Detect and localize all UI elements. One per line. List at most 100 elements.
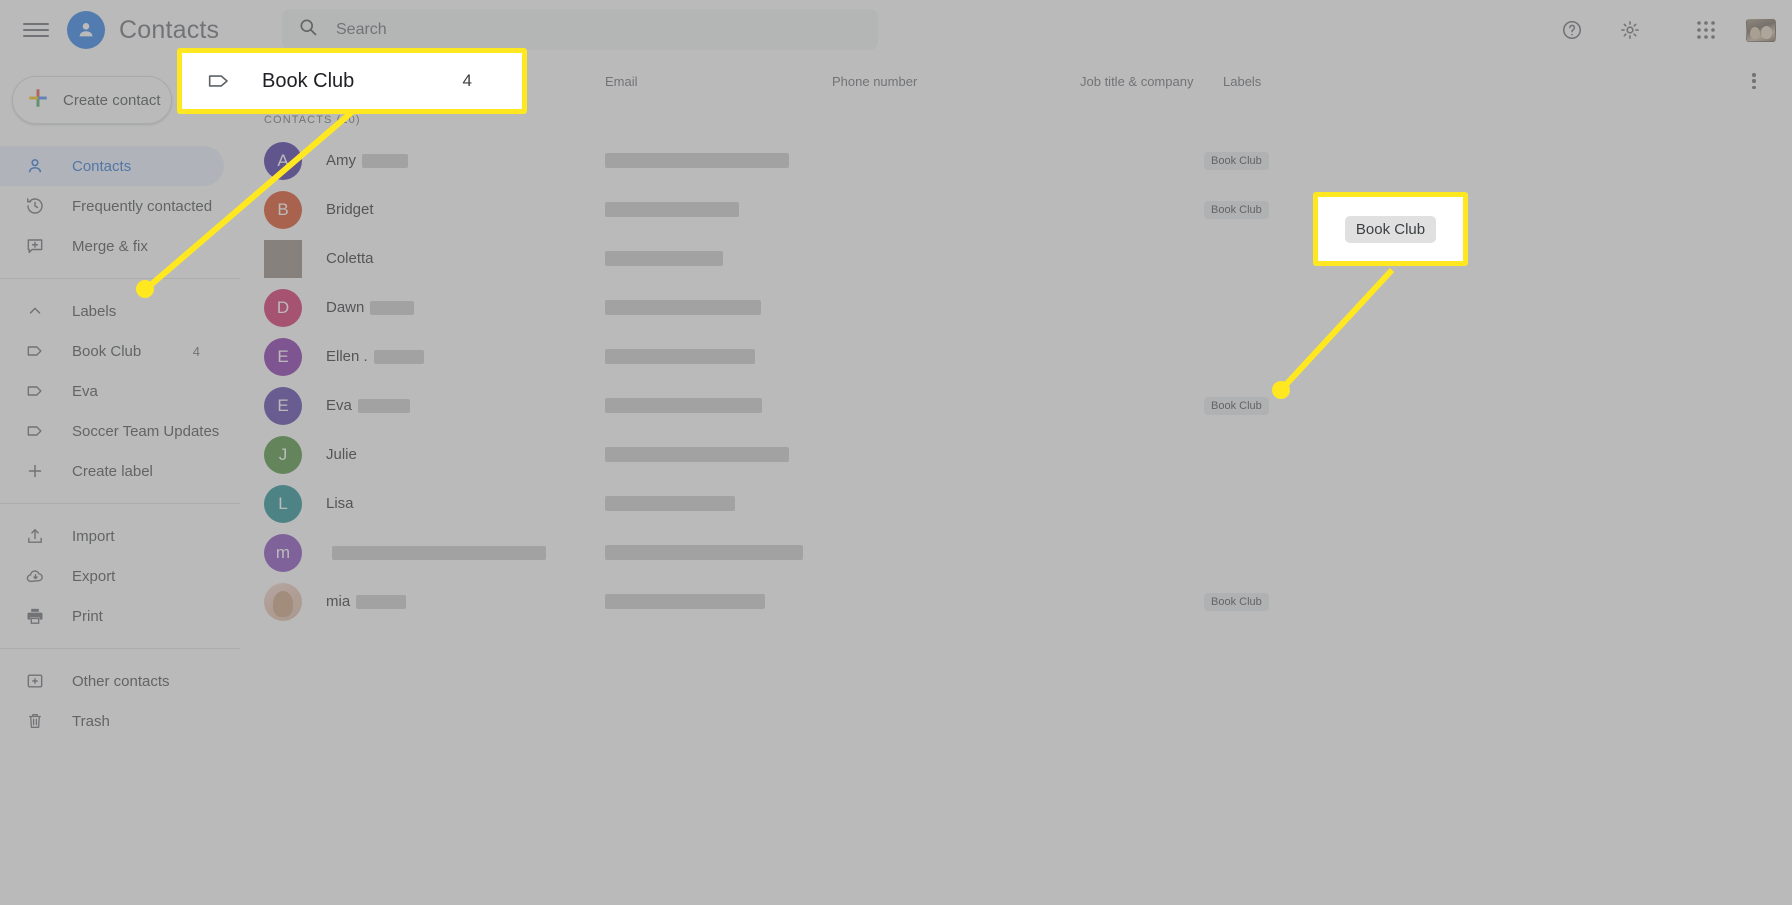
avatar[interactable]: B <box>264 190 302 229</box>
export-cloud-download-icon <box>24 565 46 587</box>
sidebar-item-label: Soccer Team Updates <box>72 422 220 440</box>
redacted-email <box>605 250 723 266</box>
contact-name <box>326 544 546 561</box>
sidebar-create-label[interactable]: Create label <box>0 451 224 491</box>
sidebar-item-label: Other contacts <box>72 672 170 690</box>
sidebar-label-count: 4 <box>192 343 200 359</box>
redacted-name <box>332 546 546 561</box>
search-input[interactable] <box>336 20 862 39</box>
sidebar-item-contacts[interactable]: Contacts <box>0 146 224 186</box>
sidebar-item-frequently-contacted[interactable]: Frequently contacted <box>0 186 224 226</box>
contact-email <box>605 397 762 415</box>
contact-name: Julie <box>326 446 357 463</box>
gear-icon[interactable] <box>1612 12 1648 48</box>
more-vertical-icon[interactable] <box>1744 71 1764 91</box>
trash-icon <box>24 710 46 732</box>
top-bar-actions <box>1554 0 1776 60</box>
avatar[interactable]: D <box>264 288 302 327</box>
contact-email <box>605 446 789 464</box>
redacted-email <box>605 544 803 560</box>
contact-name: Eva <box>326 397 410 414</box>
avatar[interactable] <box>264 582 302 621</box>
column-header-labels[interactable]: Labels <box>1223 74 1261 89</box>
contact-name: Coletta <box>326 250 374 267</box>
contact-email <box>605 495 735 513</box>
sidebar-item-label: Trash <box>72 712 110 730</box>
redacted-email <box>605 446 789 462</box>
redacted-email <box>605 152 789 168</box>
label-tag-icon <box>24 420 46 442</box>
apps-grid-icon[interactable] <box>1688 12 1724 48</box>
redacted-email <box>605 201 739 217</box>
avatar[interactable]: A <box>264 141 302 180</box>
column-header-email[interactable]: Email <box>605 74 638 89</box>
sidebar-divider-2 <box>0 503 240 504</box>
contacts-person-icon <box>67 11 105 49</box>
sidebar-item-export[interactable]: Export <box>0 556 224 596</box>
table-row[interactable]: A Amy Book Club <box>256 136 1792 185</box>
plus-multicolor-icon <box>27 87 49 114</box>
avatar[interactable]: J <box>264 435 302 474</box>
sidebar-item-label: Import <box>72 527 115 545</box>
label-tag-icon <box>24 380 46 402</box>
import-upload-icon <box>24 525 46 547</box>
sidebar-label-book-club[interactable]: Book Club 4 <box>0 331 224 371</box>
help-circle-icon[interactable] <box>1554 12 1590 48</box>
account-avatar[interactable] <box>1746 18 1776 42</box>
contact-labels: Book Club <box>1204 592 1269 611</box>
sidebar-item-merge-and-fix[interactable]: Merge & fix <box>0 226 224 266</box>
contact-email <box>605 201 739 219</box>
create-contact-button[interactable]: Create contact <box>12 76 172 124</box>
top-app-bar: Contacts <box>0 0 1792 60</box>
avatar[interactable]: L <box>264 484 302 523</box>
table-row[interactable]: D Dawn <box>256 283 1792 332</box>
hamburger-menu-icon[interactable] <box>23 20 49 40</box>
redacted-name <box>373 350 424 365</box>
sidebar-divider-3 <box>0 648 240 649</box>
merge-fix-icon <box>24 235 46 257</box>
create-contact-label: Create contact <box>63 91 161 109</box>
table-row[interactable]: mia Book Club <box>256 577 1792 626</box>
app-title: Contacts <box>119 15 220 44</box>
contacts-list: A Amy Book Club B Bridget Book Club Coletta D Da… <box>256 136 1792 626</box>
redacted-name <box>362 154 408 169</box>
sidebar-item-trash[interactable]: Trash <box>0 701 224 741</box>
contact-name: mia <box>326 593 407 610</box>
sidebar-item-label: Frequently contacted <box>72 197 213 215</box>
avatar[interactable]: E <box>264 386 302 425</box>
table-row[interactable]: m <box>256 528 1792 577</box>
chevron-up-icon <box>24 300 46 322</box>
search-bar[interactable] <box>282 9 878 50</box>
table-row[interactable]: L Lisa <box>256 479 1792 528</box>
sidebar-label-soccer-team-updates[interactable]: Soccer Team Updates <box>0 411 224 451</box>
sidebar-item-label: Eva <box>72 382 98 400</box>
column-header-phone[interactable]: Phone number <box>832 74 917 89</box>
table-row[interactable]: B Bridget Book Club <box>256 185 1792 234</box>
label-chip: Book Club <box>1204 397 1269 415</box>
contacts-app: Contacts Search Create contact Contacts … <box>0 0 1792 905</box>
search-icon <box>298 17 318 42</box>
contact-name: Lisa <box>326 495 354 512</box>
app-brand[interactable]: Contacts <box>67 11 219 49</box>
other-contacts-icon <box>24 670 46 692</box>
sidebar-section-labels[interactable]: Labels <box>0 291 224 331</box>
redacted-email <box>605 593 765 609</box>
sidebar-item-other-contacts[interactable]: Other contacts <box>0 661 224 701</box>
avatar[interactable] <box>264 239 302 278</box>
table-row[interactable]: J Julie <box>256 430 1792 479</box>
sidebar-label-eva[interactable]: Eva <box>0 371 224 411</box>
sidebar-item-label: Book Club <box>72 342 142 360</box>
sidebar-item-label: Print <box>72 607 103 625</box>
sidebar-nav: Contacts Frequently contacted Merge & fi… <box>0 146 256 741</box>
avatar[interactable]: E <box>264 337 302 376</box>
table-row[interactable]: E Eva Book Club <box>256 381 1792 430</box>
sidebar-item-label: Export <box>72 567 116 585</box>
avatar[interactable]: m <box>264 533 302 572</box>
contacts-main: Email Phone number Job title & company L… <box>256 60 1792 905</box>
table-row[interactable]: E Ellen . <box>256 332 1792 381</box>
sidebar-item-import[interactable]: Import <box>0 516 224 556</box>
sidebar-item-print[interactable]: Print <box>0 596 224 636</box>
column-header-job[interactable]: Job title & company <box>1080 74 1193 89</box>
contact-email <box>605 348 755 366</box>
table-row[interactable]: Coletta <box>256 234 1792 283</box>
